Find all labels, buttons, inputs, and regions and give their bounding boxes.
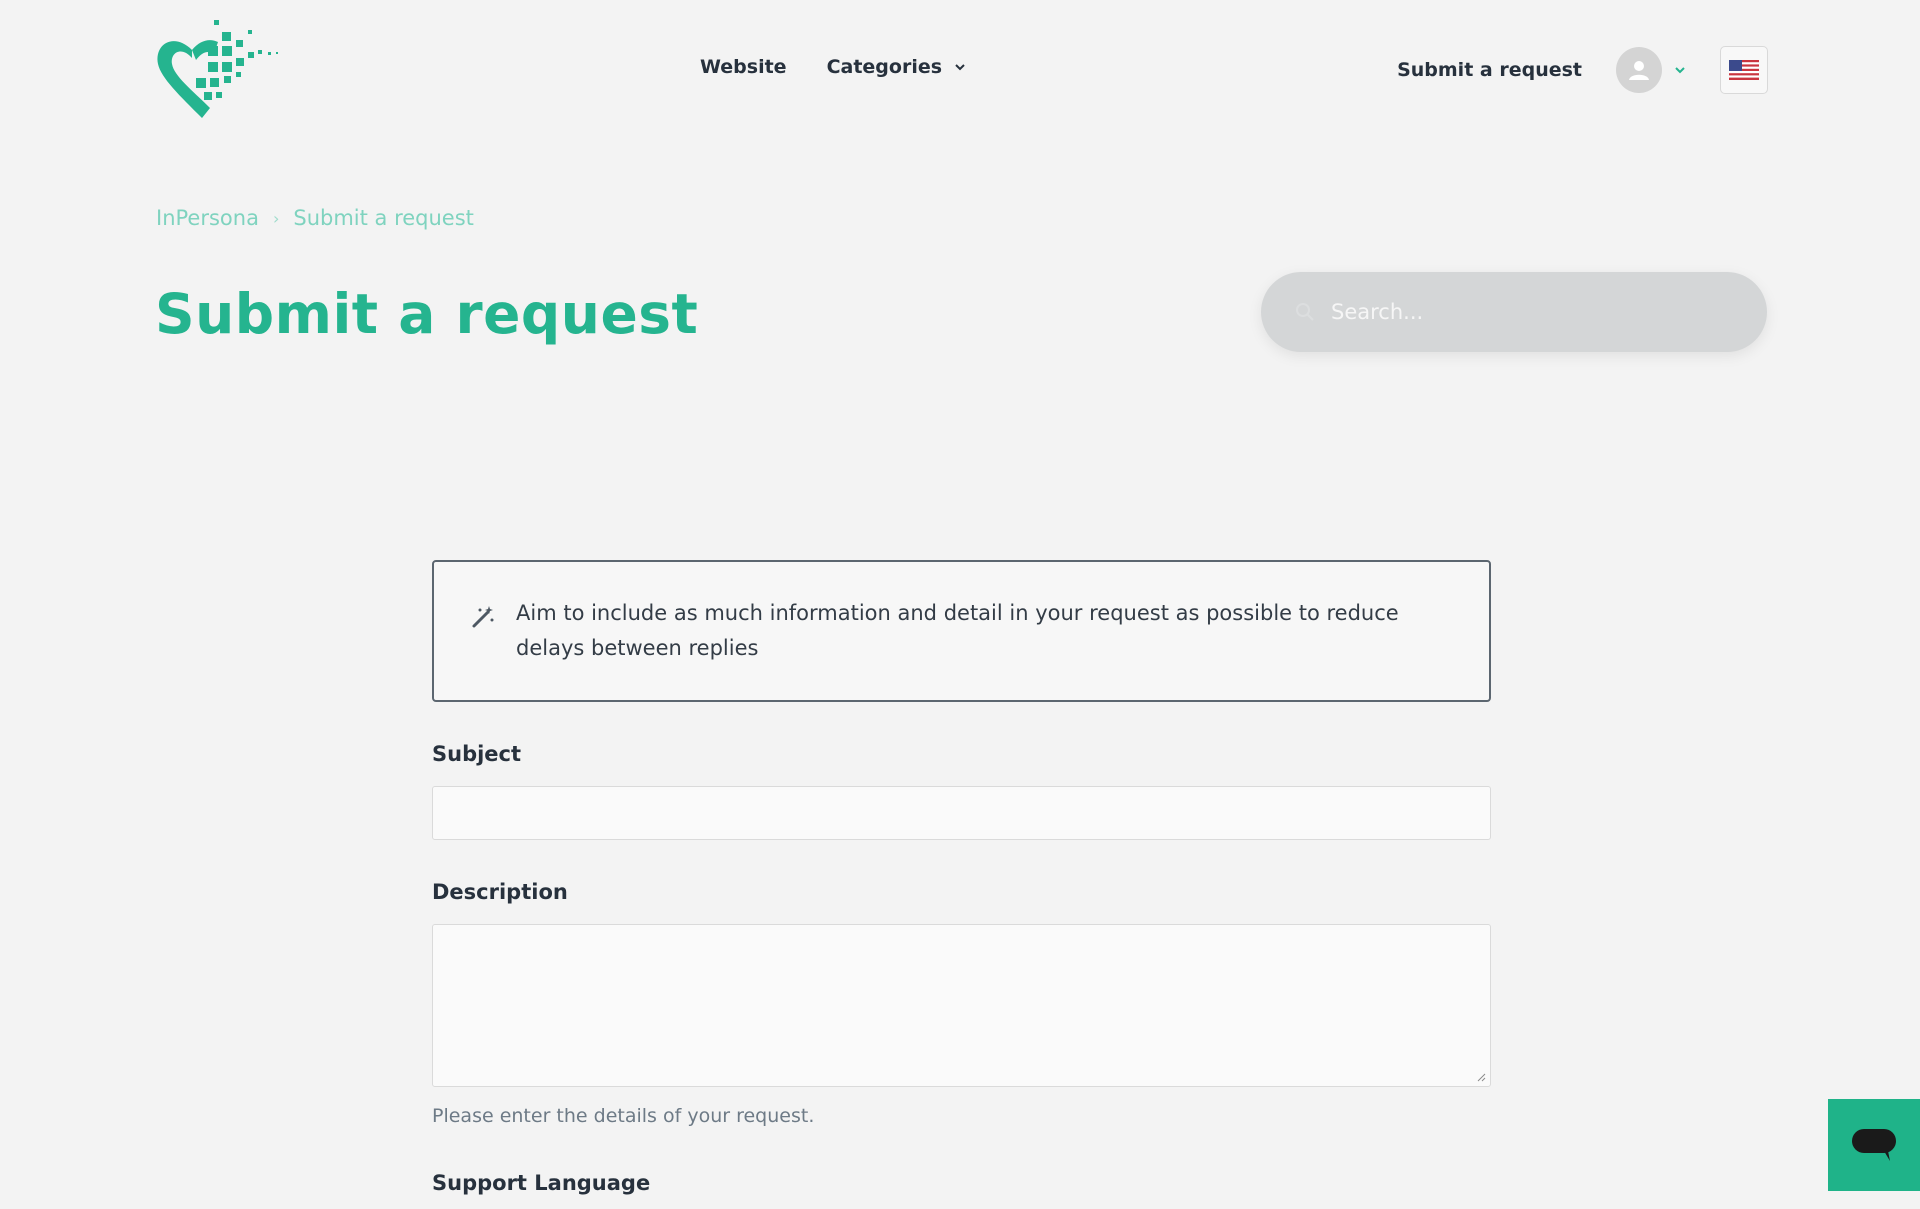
chevron-down-icon (1675, 67, 1685, 74)
header-actions: Submit a request (1397, 46, 1768, 94)
page-title: Submit a request (155, 282, 699, 346)
submit-request-link[interactable]: Submit a request (1397, 59, 1582, 81)
breadcrumb-separator: › (272, 208, 280, 228)
description-textarea[interactable] (432, 924, 1491, 1087)
chevron-down-icon (955, 64, 965, 71)
subject-label: Subject (432, 742, 522, 766)
description-label: Description (432, 880, 568, 904)
nav-categories[interactable]: Categories (827, 56, 966, 78)
breadcrumb: InPersona › Submit a request (156, 206, 474, 230)
nav-categories-label: Categories (826, 56, 943, 78)
breadcrumb-current[interactable]: Submit a request (293, 206, 474, 230)
page: Website Categories Submit a request InPe… (0, 0, 1920, 1209)
nav-website-label: Website (700, 56, 787, 78)
description-hint: Please enter the details of your request… (432, 1105, 815, 1127)
nav-website[interactable]: Website (700, 56, 787, 78)
notice-text: Aim to include as much information and d… (516, 601, 1399, 660)
magic-wand-icon (472, 606, 494, 628)
chat-widget-button[interactable] (1828, 1099, 1920, 1191)
heart-logo-icon[interactable] (152, 18, 282, 122)
request-form: Aim to include as much information and d… (432, 560, 1491, 1209)
support-language-label: Support Language (432, 1171, 651, 1195)
chat-bubble-icon (1852, 1129, 1896, 1161)
search-input[interactable] (1329, 299, 1729, 325)
language-selector[interactable] (1720, 46, 1768, 94)
avatar (1616, 47, 1662, 93)
resize-handle-icon[interactable] (1476, 1072, 1486, 1082)
main-nav: Website Categories (700, 56, 966, 78)
user-menu[interactable] (1616, 47, 1686, 93)
site-header: Website Categories Submit a request (0, 0, 1920, 140)
search-bar[interactable] (1261, 272, 1767, 352)
breadcrumb-home[interactable]: InPersona (156, 206, 259, 230)
user-icon (1629, 61, 1649, 80)
info-notice: Aim to include as much information and d… (432, 560, 1491, 702)
subject-input[interactable] (432, 786, 1491, 840)
search-icon (1296, 303, 1314, 321)
us-flag-icon (1729, 60, 1759, 80)
